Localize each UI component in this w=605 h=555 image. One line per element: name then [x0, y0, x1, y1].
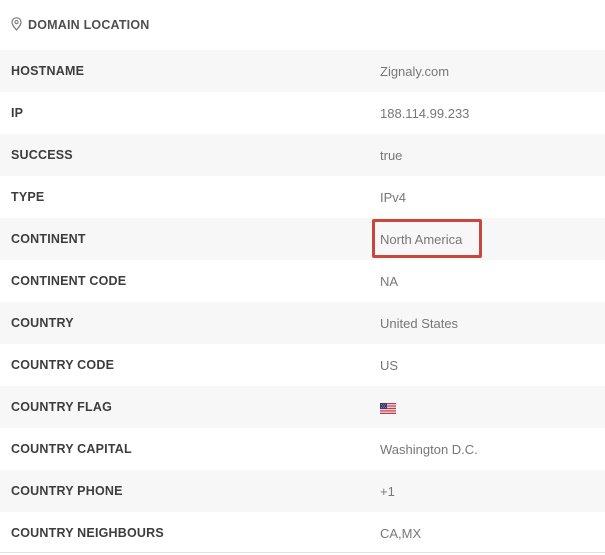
domain-location-panel: DOMAIN LOCATION HOSTNAME Zignaly.com IP …: [0, 0, 605, 555]
row-label: COUNTRY NEIGHBOURS: [11, 526, 164, 540]
table-row: COUNTRY CAPITAL Washington D.C.: [0, 428, 605, 470]
row-label: COUNTRY: [11, 316, 74, 330]
row-value: CA,MX: [380, 525, 422, 541]
section-title: DOMAIN LOCATION: [28, 18, 150, 32]
us-flag-icon: [380, 402, 396, 414]
row-value: NA: [380, 273, 399, 289]
row-value: Zignaly.com: [380, 63, 450, 79]
row-label: CONTINENT: [11, 232, 86, 246]
row-label: COUNTRY CODE: [11, 358, 115, 372]
row-label: CONTINENT CODE: [11, 274, 127, 288]
table-row: CONTINENT North America: [0, 218, 605, 260]
section-header: DOMAIN LOCATION: [0, 0, 605, 50]
row-value: Washington D.C.: [380, 441, 478, 457]
row-label: COUNTRY FLAG: [11, 400, 113, 414]
table-row: TYPE IPv4: [0, 176, 605, 218]
row-label: SUCCESS: [11, 148, 73, 162]
table-row: COUNTRY NEIGHBOURS CA,MX: [0, 512, 605, 554]
row-label: COUNTRY CAPITAL: [11, 442, 132, 456]
table-row: COUNTRY CODE US: [0, 344, 605, 386]
row-label: COUNTRY PHONE: [11, 484, 123, 498]
row-value: IPv4: [380, 189, 407, 205]
table-row: COUNTRY PHONE +1: [0, 470, 605, 512]
row-value: [380, 400, 396, 415]
row-value: +1: [380, 483, 395, 499]
row-label: IP: [11, 106, 24, 120]
row-value: United States: [380, 315, 459, 331]
row-value: 188.114.99.233: [380, 105, 470, 121]
table-row: CONTINENT CODE NA: [0, 260, 605, 302]
row-value: North America: [380, 231, 463, 247]
details-table: HOSTNAME Zignaly.com IP 188.114.99.233 S…: [0, 50, 605, 554]
row-value: true: [380, 147, 403, 163]
bottom-divider: [0, 552, 605, 553]
table-row: SUCCESS true: [0, 134, 605, 176]
table-row: COUNTRY FLAG: [0, 386, 605, 428]
map-pin-icon: [11, 17, 22, 31]
row-label: HOSTNAME: [11, 64, 85, 78]
table-row: IP 188.114.99.233: [0, 92, 605, 134]
table-row: HOSTNAME Zignaly.com: [0, 50, 605, 92]
table-row: COUNTRY United States: [0, 302, 605, 344]
row-value: US: [380, 357, 399, 373]
row-label: TYPE: [11, 190, 45, 204]
